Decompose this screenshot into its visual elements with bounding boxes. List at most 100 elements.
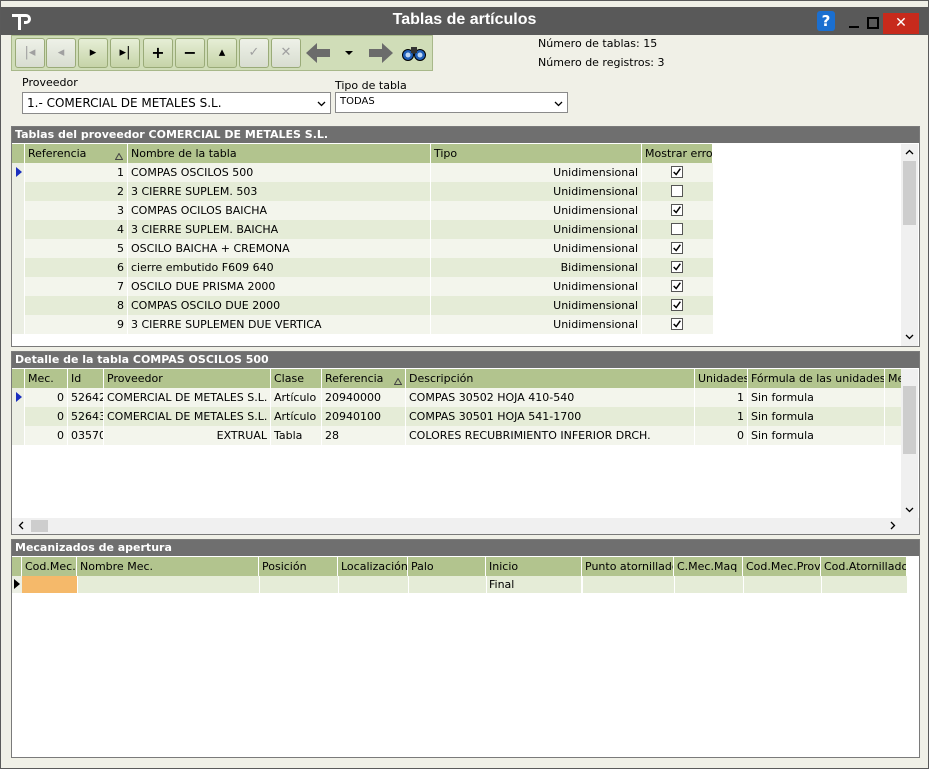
column-header[interactable]: Punto atornillado xyxy=(582,557,674,576)
previous-record-button[interactable]: ◂ xyxy=(46,38,76,68)
column-header[interactable]: Unidades xyxy=(695,369,748,388)
column-divider xyxy=(821,576,822,593)
scroll-left-icon[interactable] xyxy=(17,521,26,530)
show-error-checkbox[interactable] xyxy=(671,185,683,197)
show-error-checkbox[interactable] xyxy=(671,299,683,311)
machining-row[interactable] xyxy=(12,576,907,593)
main-window: Tablas de artículos ? ✕ |◂ ◂ ▸ ▸| + − ▴ … xyxy=(0,0,929,769)
row-selector[interactable] xyxy=(12,426,25,445)
binoculars-icon[interactable] xyxy=(401,44,427,62)
column-header[interactable]: Fórmula de las unidades xyxy=(748,369,885,388)
delete-record-button[interactable]: − xyxy=(175,38,205,68)
current-row-indicator-icon xyxy=(16,392,22,402)
table-cell-type: Unidimensional xyxy=(431,315,642,334)
machining-cell-inicio[interactable]: Final xyxy=(486,576,582,593)
column-header[interactable]: Descripción xyxy=(406,369,695,388)
chevron-down-icon xyxy=(317,101,326,107)
back-arrow-icon[interactable] xyxy=(305,42,331,64)
edit-record-button[interactable]: ▴ xyxy=(207,38,237,68)
minimize-icon[interactable] xyxy=(846,15,862,31)
column-divider xyxy=(77,576,78,593)
column-header[interactable]: Clase xyxy=(271,369,322,388)
detail-cell-mec: 0 xyxy=(25,388,68,407)
detail-cell-ref: 20940100 xyxy=(322,407,406,426)
sort-ascending-icon xyxy=(114,150,124,160)
forward-arrow-icon[interactable] xyxy=(368,42,394,64)
row-selector[interactable] xyxy=(12,315,25,334)
table-cell-ref: 9 xyxy=(25,315,128,334)
table-type-label: Tipo de tabla xyxy=(335,79,407,92)
scroll-right-icon[interactable] xyxy=(888,521,897,530)
close-button[interactable]: ✕ xyxy=(883,13,919,34)
tables-panel-title: Tablas del proveedor COMERCIAL DE METALE… xyxy=(12,127,919,143)
scroll-down-icon[interactable] xyxy=(905,505,914,514)
scroll-thumb[interactable] xyxy=(903,161,916,225)
supplier-select[interactable]: 1.- COMERCIAL DE METALES S.L. xyxy=(22,92,331,114)
row-selector[interactable] xyxy=(12,239,25,258)
column-header[interactable]: Nombre Mec. xyxy=(77,557,259,576)
table-type-select[interactable]: TODAS xyxy=(335,92,568,113)
table-cell-name: OSCILO DUE PRISMA 2000 xyxy=(128,277,431,296)
column-header[interactable]: Proveedor xyxy=(104,369,271,388)
scroll-down-icon[interactable] xyxy=(905,332,914,341)
row-selector[interactable] xyxy=(12,220,25,239)
detail-cell-ref: 20940000 xyxy=(322,388,406,407)
detail-cell-form: Sin formula xyxy=(748,407,885,426)
add-record-button[interactable]: + xyxy=(143,38,173,68)
table-cell-type: Unidimensional xyxy=(431,239,642,258)
detail-cell-id: 52642 xyxy=(68,388,104,407)
cod-mec-cell-editing[interactable] xyxy=(22,576,77,593)
help-button[interactable]: ? xyxy=(817,11,835,31)
column-header[interactable]: Id xyxy=(68,369,104,388)
row-selector[interactable] xyxy=(12,258,25,277)
window-title: Tablas de artículos xyxy=(392,11,537,28)
cancel-button[interactable]: ✕ xyxy=(271,38,301,68)
column-header[interactable]: Palo xyxy=(408,557,486,576)
table-cell-name: OSCILO BAICHA + CREMONA xyxy=(128,239,431,258)
show-error-checkbox[interactable] xyxy=(671,280,683,292)
tables-vertical-scrollbar[interactable] xyxy=(901,144,918,346)
row-selector[interactable] xyxy=(12,296,25,315)
last-record-button[interactable]: ▸| xyxy=(110,38,140,68)
detail-horizontal-scrollbar[interactable] xyxy=(12,518,919,534)
scroll-thumb[interactable] xyxy=(31,520,48,532)
current-row-indicator-icon xyxy=(16,167,22,177)
confirm-button[interactable]: ✓ xyxy=(239,38,269,68)
table-cell-ref: 7 xyxy=(25,277,128,296)
column-header[interactable]: Me xyxy=(885,369,902,388)
column-header[interactable]: C.Mec.Maq xyxy=(674,557,743,576)
first-record-button[interactable]: |◂ xyxy=(15,38,45,68)
dropdown-arrow-icon[interactable] xyxy=(344,49,354,57)
column-header[interactable]: Inicio xyxy=(486,557,582,576)
next-record-button[interactable]: ▸ xyxy=(78,38,108,68)
show-error-checkbox[interactable] xyxy=(671,318,683,330)
detail-cell-mec: 0 xyxy=(25,426,68,445)
detail-panel-title: Detalle de la tabla COMPAS OSCILOS 500 xyxy=(12,352,919,368)
show-error-checkbox[interactable] xyxy=(671,223,683,235)
scroll-up-icon[interactable] xyxy=(905,148,914,157)
detail-cell-desc: COMPAS 30501 HOJA 541-1700 xyxy=(406,407,695,426)
show-error-checkbox[interactable] xyxy=(671,261,683,273)
row-selector[interactable] xyxy=(12,407,25,426)
show-error-checkbox[interactable] xyxy=(671,242,683,254)
column-header[interactable]: Posición xyxy=(259,557,338,576)
maximize-icon[interactable] xyxy=(865,15,881,31)
detail-vertical-scrollbar[interactable] xyxy=(901,369,918,518)
column-header[interactable]: Cod.Mec. xyxy=(22,557,77,576)
row-selector[interactable] xyxy=(12,277,25,296)
column-header[interactable]: Cod.Atornillado xyxy=(821,557,907,576)
column-header[interactable]: Localización xyxy=(338,557,408,576)
scroll-thumb[interactable] xyxy=(903,386,916,454)
column-header[interactable]: Cod.Mec.Prov. xyxy=(743,557,821,576)
title-bar: Tablas de artículos ? ✕ xyxy=(1,7,928,35)
column-header[interactable]: Referencia xyxy=(25,144,128,163)
show-error-checkbox[interactable] xyxy=(671,166,683,178)
column-header[interactable]: Mostrar error xyxy=(642,144,713,163)
table-count: Número de tablas: 15 xyxy=(538,37,658,50)
column-header[interactable]: Mec. xyxy=(25,369,68,388)
row-selector[interactable] xyxy=(12,182,25,201)
column-header[interactable]: Nombre de la tabla xyxy=(128,144,431,163)
show-error-checkbox[interactable] xyxy=(671,204,683,216)
row-selector[interactable] xyxy=(12,201,25,220)
column-header[interactable]: Tipo xyxy=(431,144,642,163)
